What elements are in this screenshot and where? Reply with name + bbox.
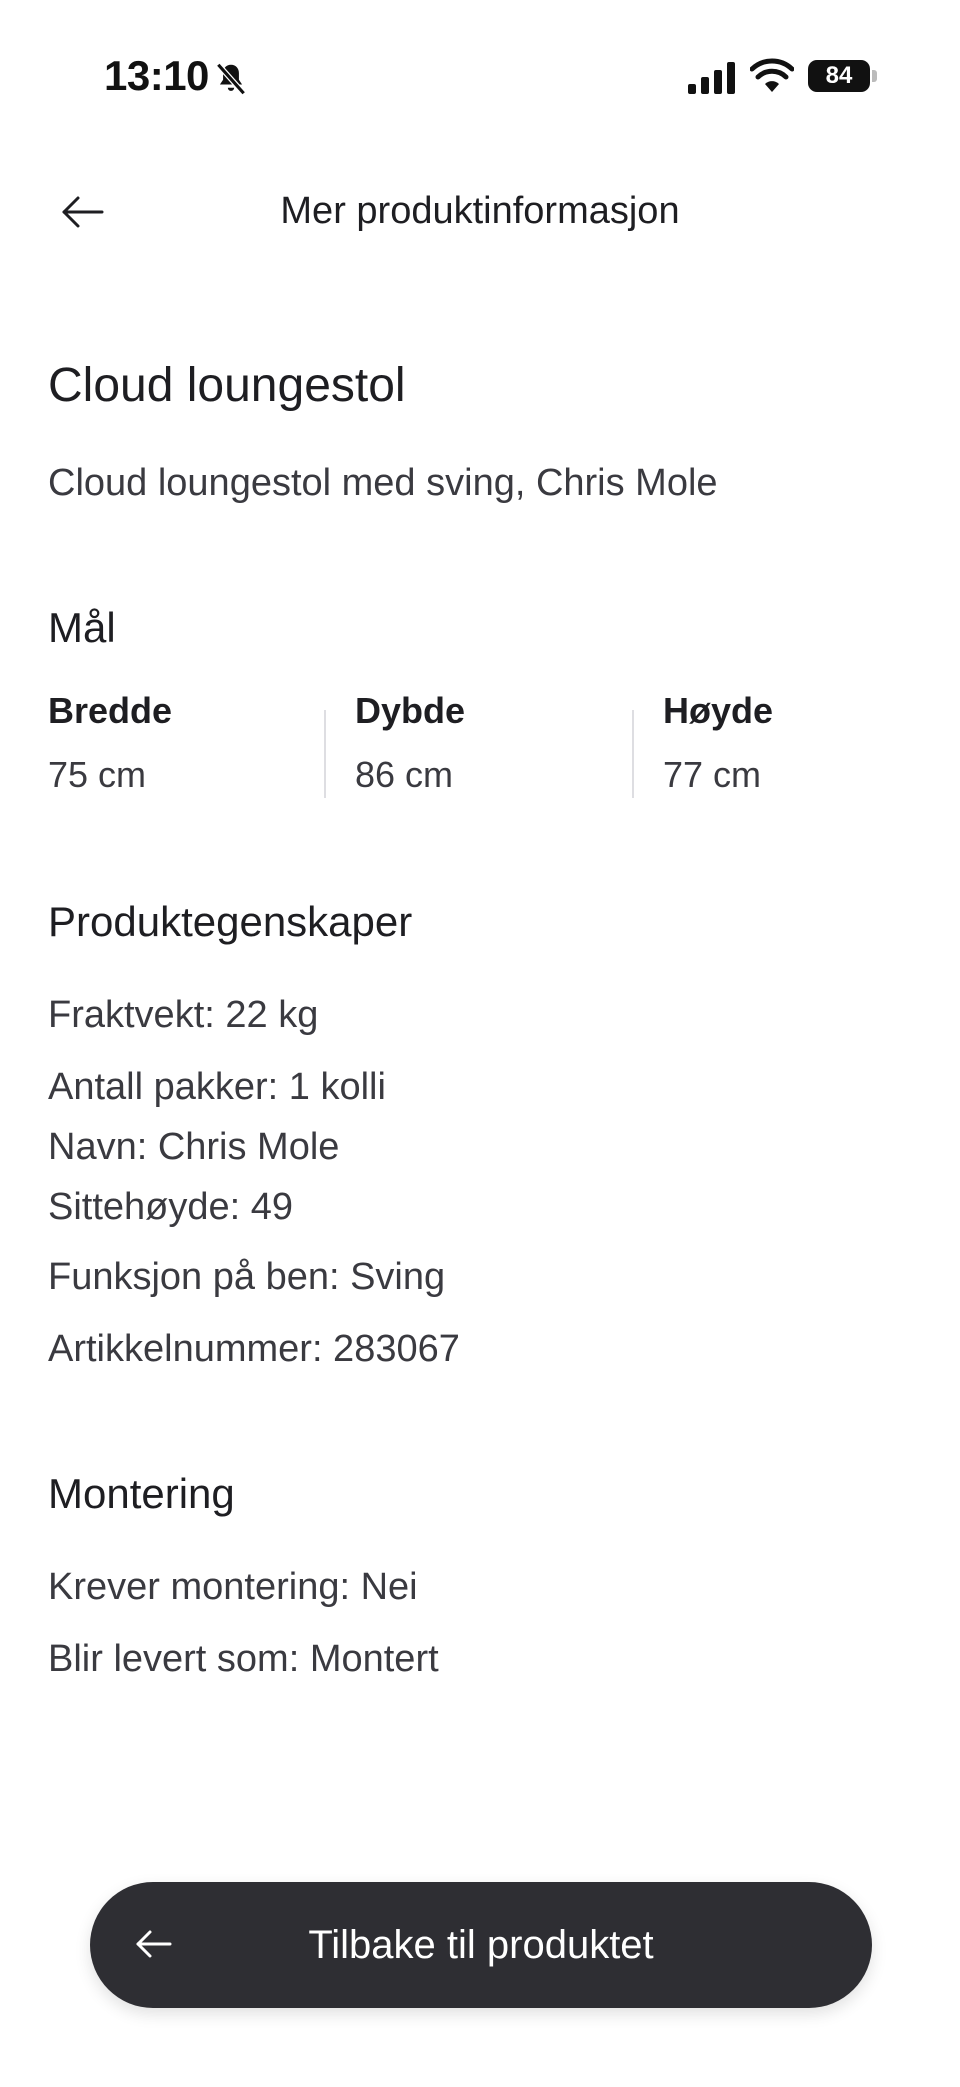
divider <box>324 710 326 798</box>
wifi-icon <box>750 58 794 92</box>
status-bar: 13:10 84 <box>0 0 960 160</box>
property-item: Funksjon på ben: Sving <box>48 1256 446 1298</box>
property-item: Antall pakker: 1 kolli <box>48 1066 386 1108</box>
battery-cap <box>872 70 877 82</box>
dimension-value: 86 cm <box>355 754 454 795</box>
properties-heading: Produktegenskaper <box>48 898 413 945</box>
product-description: Cloud loungestol med sving, Chris Mole <box>48 462 718 504</box>
dimension-value: 77 cm <box>663 754 762 795</box>
property-item: Fraktvekt: 22 kg <box>48 994 319 1036</box>
assembly-heading: Montering <box>48 1470 235 1517</box>
dimension-value: 75 cm <box>48 754 147 795</box>
product-title: Cloud loungestol <box>48 359 406 412</box>
assembly-item: Krever montering: Nei <box>48 1566 418 1608</box>
status-time: 13:10 <box>104 52 209 99</box>
dimension-height: Høyde 77 cm <box>663 690 943 796</box>
battery-level: 84 <box>825 62 853 89</box>
dimension-depth: Dybde 86 cm <box>355 690 635 796</box>
cellular-signal-icon <box>688 62 735 94</box>
page-title: Mer produktinformasjon <box>280 190 680 232</box>
assembly-item: Blir levert som: Montert <box>48 1638 439 1680</box>
divider <box>632 710 634 798</box>
dimension-label: Høyde <box>663 690 774 731</box>
back-to-product-button[interactable]: Tilbake til produktet <box>90 1882 872 2008</box>
dimension-width: Bredde 75 cm <box>48 690 328 796</box>
button-label: Tilbake til produktet <box>308 1922 654 1967</box>
arrow-left-icon <box>136 1930 172 1958</box>
dimensions-heading: Mål <box>48 604 116 651</box>
dimension-label: Dybde <box>355 690 466 731</box>
battery-indicator: 84 <box>808 60 870 92</box>
dimension-label: Bredde <box>48 690 173 731</box>
property-item: Artikkelnummer: 283067 <box>48 1328 460 1370</box>
bell-slash-icon <box>216 62 246 96</box>
property-item: Navn: Chris Mole <box>48 1126 340 1168</box>
dimensions-row: Bredde 75 cm Dybde 86 cm Høyde 77 cm <box>48 690 908 800</box>
product-info-screen: 13:10 84 Mer produktinformasjon Cloud lo… <box>0 0 960 2087</box>
property-item: Sittehøyde: 49 <box>48 1186 294 1228</box>
